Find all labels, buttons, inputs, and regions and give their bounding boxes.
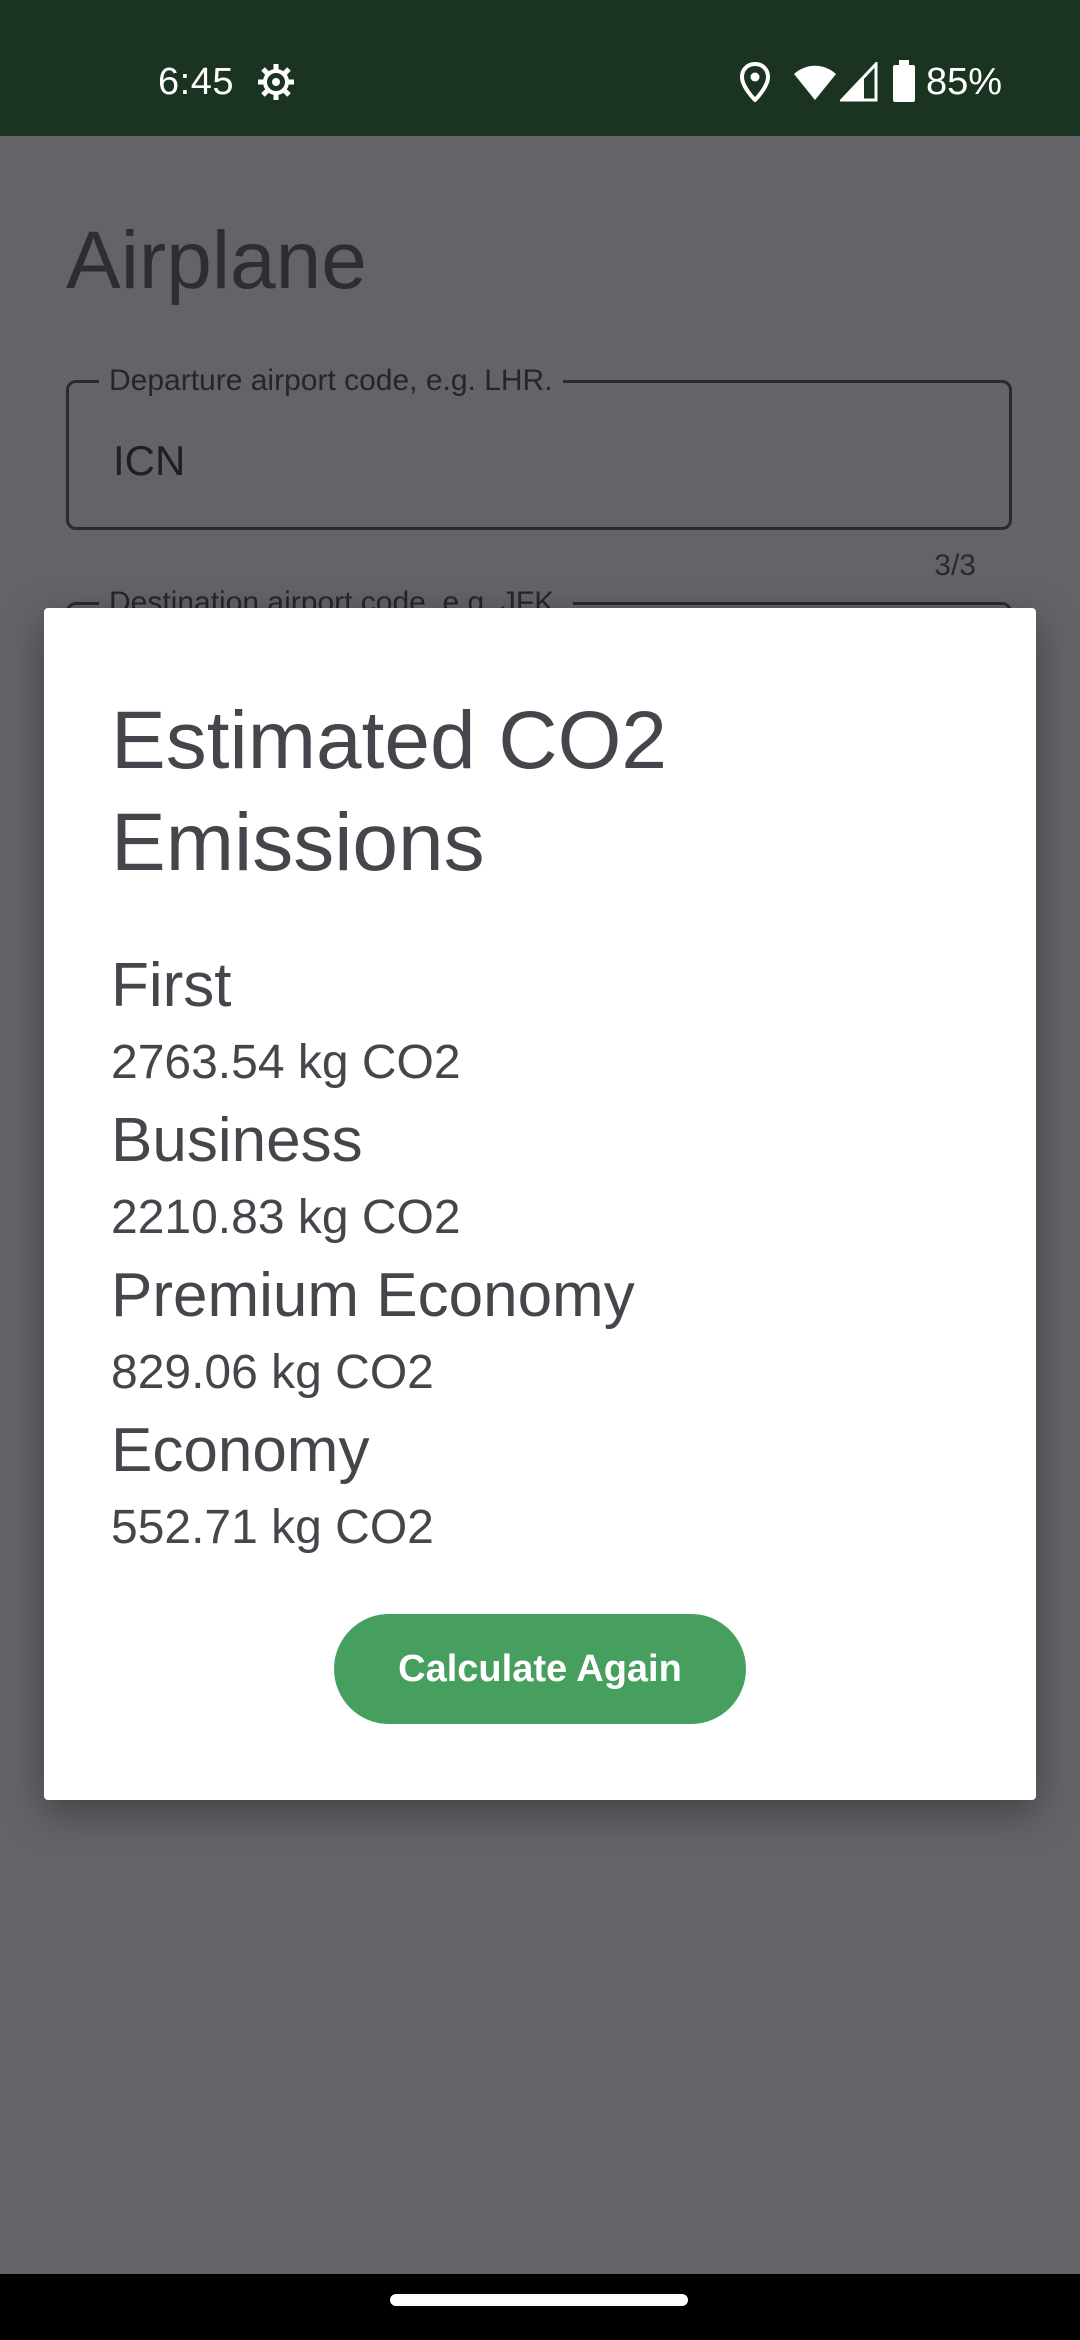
battery-icon (893, 60, 915, 102)
co2-results-dialog: Estimated CO2 Emissions First 2763.54 kg… (44, 608, 1036, 1800)
calculate-again-button[interactable]: Calculate Again (334, 1614, 746, 1724)
location-icon (740, 62, 770, 102)
result-value-economy: 552.71 kg CO2 (111, 1501, 434, 1554)
settings-gear-icon (258, 64, 294, 100)
result-class-economy: Economy (111, 1416, 370, 1485)
departure-field-label: Departure airport code, e.g. LHR. (99, 361, 563, 401)
result-class-business: Business (111, 1106, 363, 1175)
status-time: 6:45 (158, 61, 234, 103)
home-gesture-handle[interactable] (390, 2294, 688, 2306)
departure-char-counter: 3/3 (934, 549, 976, 582)
navigation-bar (0, 2274, 1080, 2340)
result-value-business: 2210.83 kg CO2 (111, 1191, 461, 1244)
result-value-premium-economy: 829.06 kg CO2 (111, 1346, 434, 1399)
dialog-title: Estimated CO2 Emissions (111, 695, 667, 888)
status-bar: 6:45 85% (0, 0, 1080, 136)
wifi-icon (794, 65, 836, 100)
result-class-premium-economy: Premium Economy (111, 1261, 635, 1330)
signal-icon (840, 62, 878, 102)
departure-airport-field[interactable]: Departure airport code, e.g. LHR. ICN (66, 361, 1012, 530)
result-class-first: First (111, 951, 232, 1020)
departure-field-value[interactable]: ICN (113, 433, 185, 489)
battery-percentage: 85% (926, 61, 1003, 103)
result-value-first: 2763.54 kg CO2 (111, 1036, 461, 1089)
page-title: Airplane (66, 215, 367, 306)
